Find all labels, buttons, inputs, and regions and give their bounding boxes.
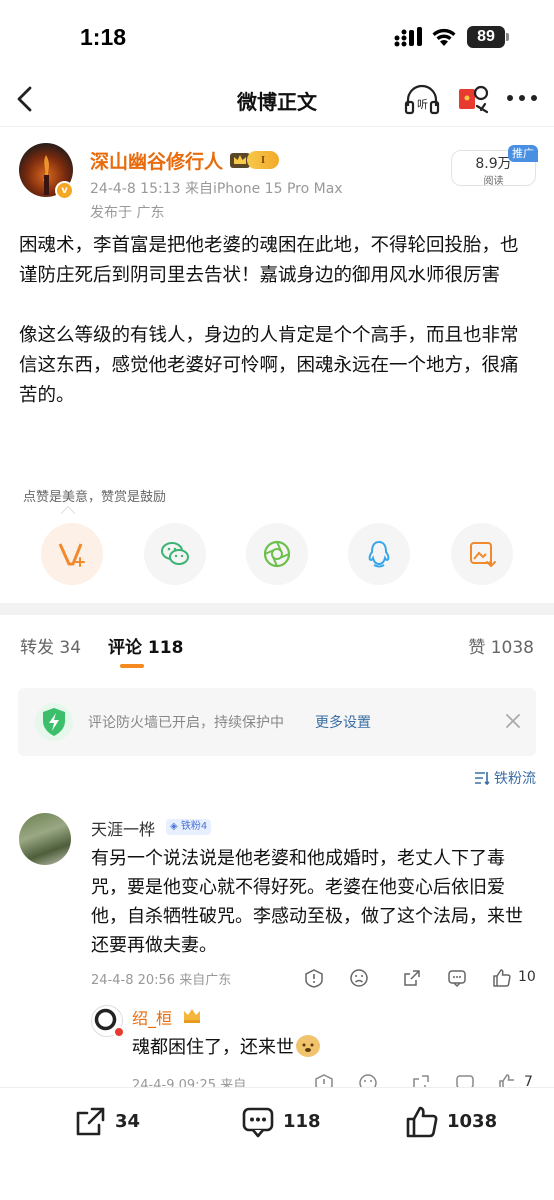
share-moments-button[interactable] <box>246 523 308 585</box>
doge-emoji-icon <box>296 1035 320 1057</box>
like-tip: 点赞是美意，赞赏是鼓励 <box>23 490 167 505</box>
tab-repost[interactable]: 转发 34 <box>20 633 81 658</box>
section-divider <box>0 603 554 615</box>
verified-dot <box>113 1026 125 1038</box>
reply-comment-button[interactable] <box>455 1073 475 1087</box>
comment-bubble-icon <box>456 1075 474 1087</box>
reply-text: 魂都困住了，还来世 <box>132 1037 294 1058</box>
reply-author-name[interactable]: 绍_桓 <box>132 1005 172 1029</box>
share-qq-button[interactable] <box>348 523 410 585</box>
firewall-text: 评论防火墙已开启，持续保护中 <box>88 715 284 731</box>
cellular-signal-icon <box>394 27 422 47</box>
shield-lightning-icon <box>35 703 73 741</box>
comment-count: 118 <box>283 1111 321 1132</box>
qq-penguin-icon <box>368 540 390 568</box>
reads-label: 阅读 <box>483 176 504 187</box>
red-envelope-search-icon[interactable] <box>455 82 491 116</box>
frown-face-icon <box>350 969 368 987</box>
thumbs-up-icon <box>499 1074 514 1087</box>
sort-icon <box>475 772 490 785</box>
like-count: 1038 <box>447 1111 498 1132</box>
image-download-icon <box>470 542 496 568</box>
comment-bubble-icon <box>448 970 466 988</box>
comment-reply-button[interactable] <box>447 968 467 988</box>
alert-icon <box>315 1074 333 1087</box>
nav-bar: 微博正文 听 <box>0 76 554 126</box>
comment-body: 有另一个说法说是他老婆和他成婚时，老丈人下了毒咒，要是他变心就不得好死。老婆在他… <box>91 848 523 956</box>
reply-warning-button[interactable] <box>314 1073 334 1087</box>
post-body: 困魂术，李首富是把他老婆的魂困在此地，不得轮回投胎，也谨防庄死后到阴司里去告状！… <box>19 231 535 441</box>
crown-icon <box>184 1009 200 1023</box>
wechat-icon <box>161 542 189 565</box>
post-meta: 24-4-8 15:13 来自iPhone 15 Pro Max <box>90 181 343 197</box>
comment-dislike-button[interactable] <box>349 968 369 988</box>
post-location: 发布于 广东 <box>90 205 165 221</box>
comment-like-count: 10 <box>518 969 536 985</box>
comment-firewall-notice: 评论防火墙已开启，持续保护中 更多设置 <box>18 688 536 756</box>
thumbs-up-icon <box>406 1106 438 1138</box>
listen-label: 听 <box>417 98 428 111</box>
reply-like-count: 7 <box>524 1074 533 1087</box>
tab-comments[interactable]: 评论 118 <box>108 633 183 658</box>
verified-badge: v <box>55 181 74 200</box>
moments-aperture-icon <box>263 540 291 568</box>
active-tab-indicator <box>120 664 144 668</box>
repost-share-icon <box>76 1107 105 1136</box>
repost-count: 34 <box>115 1111 141 1132</box>
author-name[interactable]: 深山幽谷修行人 <box>90 147 223 174</box>
share-icon <box>404 970 420 986</box>
comment-meta: 24-4-8 20:56 来自广东 <box>91 973 232 988</box>
battery-indicator: 89 <box>467 26 509 48</box>
share-icon <box>413 1075 429 1087</box>
alert-icon <box>305 969 323 988</box>
save-image-button[interactable] <box>451 523 513 585</box>
reply-like-button[interactable]: 7 <box>498 1073 533 1087</box>
reply-meta: 24-4-9 09:25 来自 <box>132 1078 247 1087</box>
divider <box>0 126 554 127</box>
close-icon[interactable] <box>504 712 522 730</box>
wifi-icon <box>432 28 456 46</box>
fan-badge: ◈ 铁粉4 <box>166 819 212 835</box>
comment-share-button[interactable] <box>402 968 422 988</box>
more-icon[interactable] <box>505 90 539 106</box>
post-paragraph: 像这么等级的有钱人，身边的人肯定是个个高手，而且也非常信这东西，感觉他老婆好可怜… <box>19 325 519 406</box>
commenter-name[interactable]: 天涯一桦 <box>91 816 155 840</box>
reply-item: 绍_桓 魂都困住了，还来世 24-4-9 09:25 来自 7 <box>84 995 536 1087</box>
comment-bubble-icon <box>242 1107 274 1138</box>
frown-face-icon <box>359 1074 377 1087</box>
status-time: 1:18 <box>80 24 127 50</box>
comment-like-button[interactable]: 10 <box>492 968 536 988</box>
sort-label: 铁粉流 <box>494 771 536 787</box>
tab-likes[interactable]: 赞 1038 <box>468 633 534 658</box>
sort-toggle[interactable]: 铁粉流 <box>474 768 536 788</box>
tip-pointer <box>60 505 76 521</box>
promo-tag[interactable]: 推广 <box>508 145 538 162</box>
reply-share-button[interactable] <box>411 1073 431 1087</box>
tab-bar: 转发 34 评论 118 赞 1038 <box>0 615 554 673</box>
share-row <box>0 523 554 589</box>
thumbs-up-icon <box>493 969 511 987</box>
share-wechat-button[interactable] <box>144 523 206 585</box>
status-bar: 1:18 89 <box>0 0 554 76</box>
bottom-action-bar: 34 118 1038 <box>0 1087 554 1200</box>
reward-v-icon <box>58 543 85 567</box>
comment-warning-button[interactable] <box>304 968 324 988</box>
reward-button[interactable] <box>41 523 103 585</box>
commenter-avatar[interactable] <box>19 813 71 865</box>
level-badge: I <box>247 151 279 169</box>
headphones-listen-icon[interactable]: 听 <box>404 82 444 116</box>
reply-dislike-button[interactable] <box>358 1073 378 1087</box>
reply-body: 魂都困住了，还来世 <box>132 1033 320 1059</box>
firewall-settings-link[interactable]: 更多设置 <box>315 712 371 732</box>
fan-badge-label: 铁粉4 <box>180 821 208 832</box>
post-paragraph: 困魂术，李首富是把他老婆的魂困在此地，不得轮回投胎，也谨防庄死后到阴司里去告状！… <box>19 235 519 286</box>
